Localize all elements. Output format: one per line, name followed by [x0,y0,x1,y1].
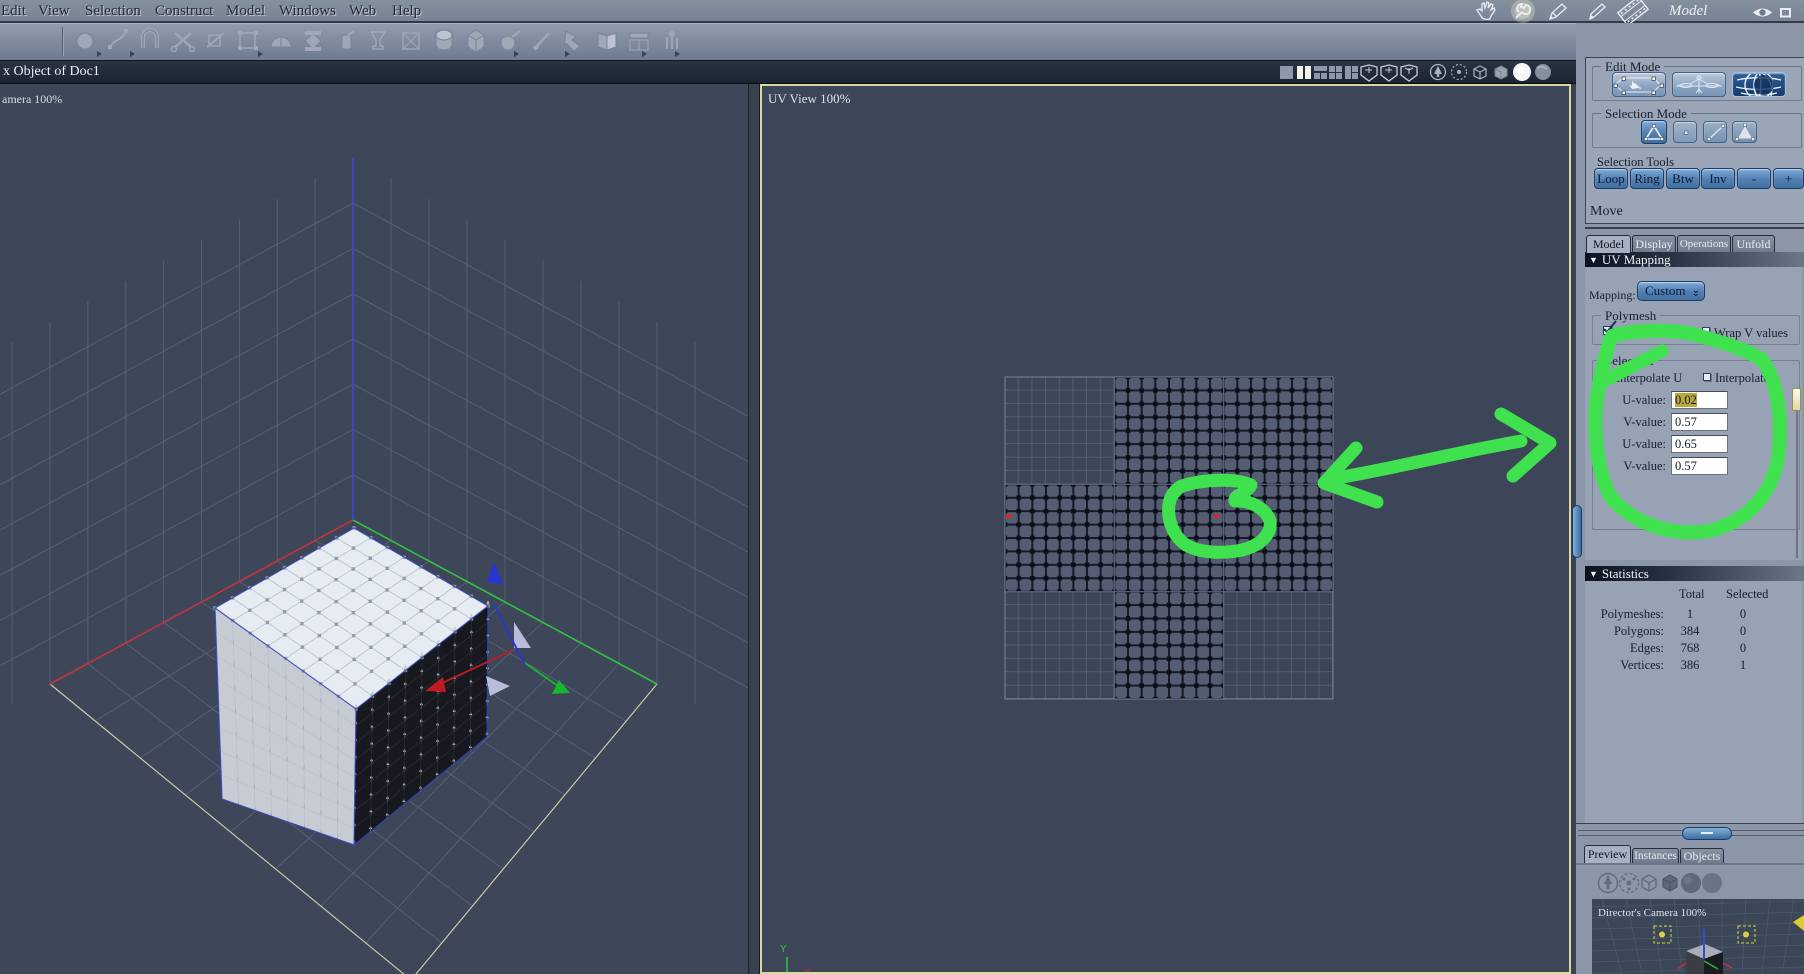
svg-text:UV View 100%: UV View 100% [768,91,851,106]
svg-text:Y: Y [780,944,787,955]
svg-text:Director's Camera 100%: Director's Camera 100% [1598,907,1706,919]
svg-text:X: X [804,968,811,974]
